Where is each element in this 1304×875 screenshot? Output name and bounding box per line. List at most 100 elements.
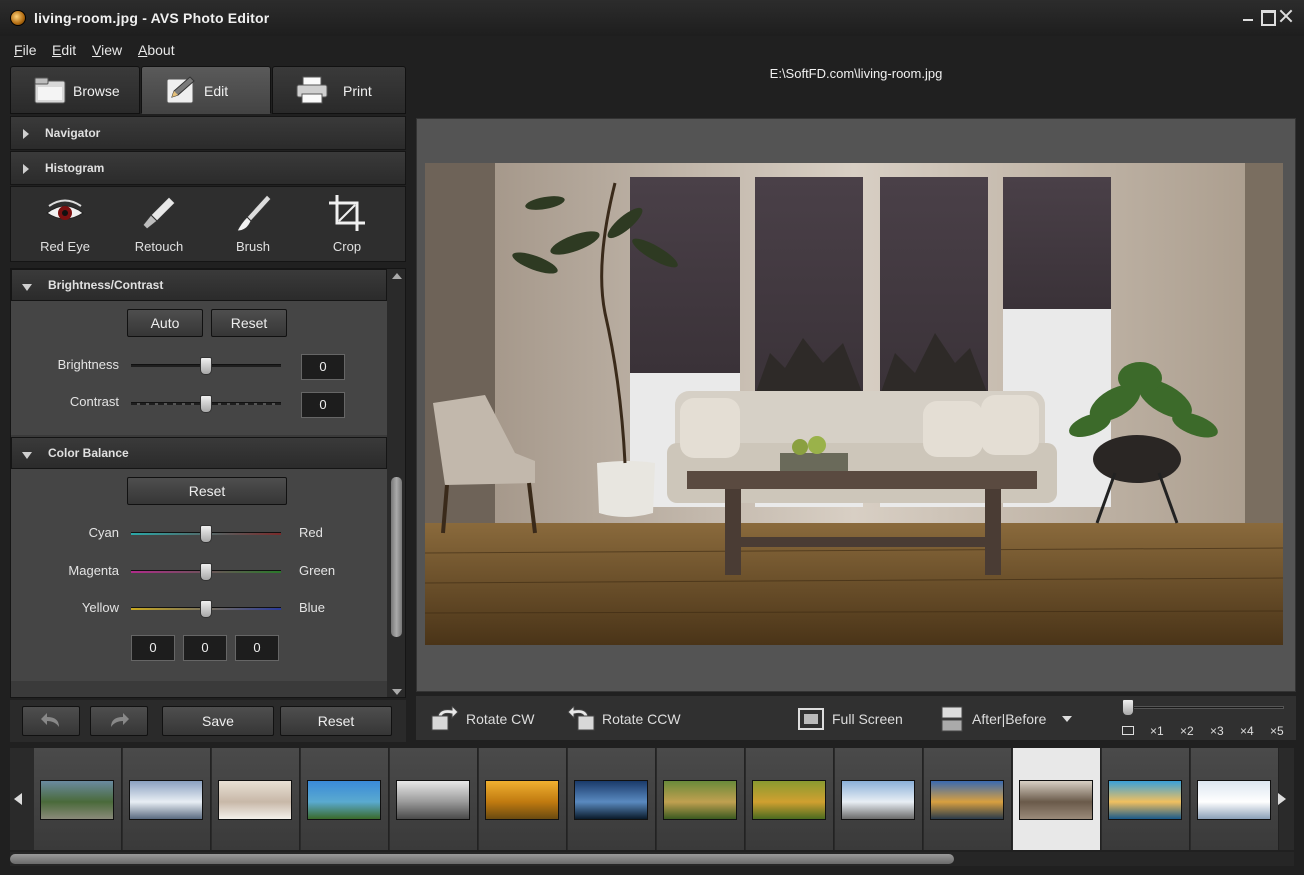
menu-view[interactable]: View xyxy=(92,42,122,58)
zoom-x2[interactable]: ×2 xyxy=(1180,724,1194,738)
tab-edit[interactable]: Edit xyxy=(141,66,271,114)
cyan-label: Cyan xyxy=(88,525,119,540)
thumbnail-image xyxy=(307,780,381,820)
cyan-red-slider-thumb[interactable] xyxy=(200,525,212,543)
scroll-down-icon[interactable] xyxy=(392,689,402,695)
thumbnail-coastal-castle[interactable] xyxy=(301,748,389,850)
zoom-x5[interactable]: ×5 xyxy=(1270,724,1284,738)
reset-all-button[interactable]: Reset xyxy=(280,706,392,736)
yellow-label: Yellow xyxy=(81,600,119,615)
filmstrip-next-icon[interactable] xyxy=(1278,793,1286,805)
thumbnail-autumn-forest[interactable] xyxy=(746,748,834,850)
rotate-ccw-label: Rotate CCW xyxy=(602,711,681,727)
filmstrip xyxy=(10,748,1294,850)
reset-color-balance-button[interactable]: Reset xyxy=(127,477,287,505)
color-balance-header[interactable]: Color Balance xyxy=(11,437,387,469)
thumbnail-image xyxy=(574,780,648,820)
rotate-cw-button[interactable]: Rotate CW xyxy=(430,704,550,734)
thumbnail-winter-road[interactable] xyxy=(835,748,923,850)
brightness-value[interactable]: 0 xyxy=(301,354,345,380)
retouch-label: Retouch xyxy=(134,239,184,254)
histogram-section-header[interactable]: Histogram xyxy=(10,151,406,185)
scrollbar-thumb[interactable] xyxy=(391,477,402,637)
thumbnail-snowy-mountains[interactable] xyxy=(123,748,211,850)
thumbnail-image xyxy=(129,780,203,820)
thumbnail-resort-pool[interactable] xyxy=(1102,748,1190,850)
red-label: Red xyxy=(299,525,323,540)
magenta-green-value[interactable]: 0 xyxy=(183,635,227,661)
menu-edit[interactable]: Edit xyxy=(52,42,76,58)
app-window: living-room.jpg - AVS Photo Editor File … xyxy=(0,0,1304,875)
tab-browse[interactable]: Browse xyxy=(10,66,140,114)
effects-scrollbar[interactable] xyxy=(387,269,405,697)
thumbnail-image xyxy=(396,780,470,820)
zoom-x3[interactable]: ×3 xyxy=(1210,724,1224,738)
red-eye-label: Red Eye xyxy=(40,239,90,254)
filmstrip-scrollbar-thumb[interactable] xyxy=(10,854,954,864)
thumbnail-green-valley[interactable] xyxy=(657,748,745,850)
thumbnail-image xyxy=(218,780,292,820)
tab-print-label: Print xyxy=(343,83,372,99)
maximize-icon[interactable] xyxy=(1259,8,1276,26)
reset-brightness-button[interactable]: Reset xyxy=(211,309,287,337)
undo-button[interactable] xyxy=(22,706,80,736)
retouch-tool[interactable]: Retouch xyxy=(113,187,205,263)
living-room-photo[interactable] xyxy=(425,163,1283,645)
image-viewer xyxy=(416,118,1296,692)
full-screen-label: Full Screen xyxy=(832,711,903,727)
brush-icon xyxy=(236,194,272,232)
save-button[interactable]: Save xyxy=(162,706,274,736)
collapse-arrow-icon xyxy=(22,284,32,291)
brush-tool[interactable]: Brush xyxy=(207,187,299,263)
thumbnail-lake-sunset[interactable] xyxy=(924,748,1012,850)
filmstrip-prev-icon[interactable] xyxy=(14,793,22,805)
thumbnail-lake-landscape[interactable] xyxy=(34,748,122,850)
contrast-label: Contrast xyxy=(69,394,119,409)
thumbnail-white-interior[interactable] xyxy=(390,748,478,850)
zoom-slider-track[interactable] xyxy=(1124,706,1284,709)
thumbnail-living-room[interactable] xyxy=(1013,748,1101,850)
window-title: living-room.jpg - AVS Photo Editor xyxy=(34,10,270,26)
scroll-up-icon[interactable] xyxy=(392,273,402,279)
auto-button[interactable]: Auto xyxy=(127,309,203,337)
red-eye-icon xyxy=(46,199,84,220)
menu-about[interactable]: About xyxy=(138,42,175,58)
yellow-blue-value[interactable]: 0 xyxy=(235,635,279,661)
menu-file[interactable]: File xyxy=(14,42,37,58)
yellow-blue-slider-thumb[interactable] xyxy=(200,600,212,618)
rotate-ccw-icon xyxy=(567,706,595,731)
fit-window-icon[interactable] xyxy=(1122,726,1134,735)
retouch-icon xyxy=(142,196,176,230)
minimize-icon[interactable] xyxy=(1240,8,1256,24)
filmstrip-scrollbar[interactable] xyxy=(10,852,1294,866)
close-icon[interactable] xyxy=(1278,8,1294,24)
full-screen-button[interactable]: Full Screen xyxy=(796,704,906,734)
magenta-green-slider-thumb[interactable] xyxy=(200,563,212,581)
brightness-contrast-header[interactable]: Brightness/Contrast xyxy=(11,269,387,301)
thumbnail-snow-scene[interactable] xyxy=(1191,748,1279,850)
brightness-slider-thumb[interactable] xyxy=(200,357,212,375)
crop-icon xyxy=(329,195,365,231)
thumbnail-autumn-tree[interactable] xyxy=(479,748,567,850)
contrast-value[interactable]: 0 xyxy=(301,392,345,418)
zoom-x1[interactable]: ×1 xyxy=(1150,724,1164,738)
zoom-slider-thumb[interactable] xyxy=(1122,699,1134,716)
tool-row: Red Eye Retouch Brush Crop xyxy=(10,186,406,262)
contrast-slider-thumb[interactable] xyxy=(200,395,212,413)
thumbnail-blue-wave[interactable] xyxy=(568,748,656,850)
rotate-ccw-button[interactable]: Rotate CCW xyxy=(566,704,696,734)
red-eye-tool[interactable]: Red Eye xyxy=(19,187,111,263)
color-balance-label: Color Balance xyxy=(48,446,129,460)
thumbnail-light-texture[interactable] xyxy=(212,748,300,850)
zoom-x4[interactable]: ×4 xyxy=(1240,724,1254,738)
crop-tool[interactable]: Crop xyxy=(301,187,393,263)
navigator-section-header[interactable]: Navigator xyxy=(10,116,406,150)
color-balance-body: Reset Cyan Red Magenta Green Yellow Blue… xyxy=(11,469,387,681)
tab-print[interactable]: Print xyxy=(272,66,406,114)
chevron-down-icon[interactable] xyxy=(1062,716,1072,722)
cyan-red-value[interactable]: 0 xyxy=(131,635,175,661)
after-before-button[interactable]: After|Before xyxy=(938,704,1078,734)
redo-button[interactable] xyxy=(90,706,148,736)
brightness-label: Brightness xyxy=(57,357,119,372)
undo-icon xyxy=(41,713,59,727)
